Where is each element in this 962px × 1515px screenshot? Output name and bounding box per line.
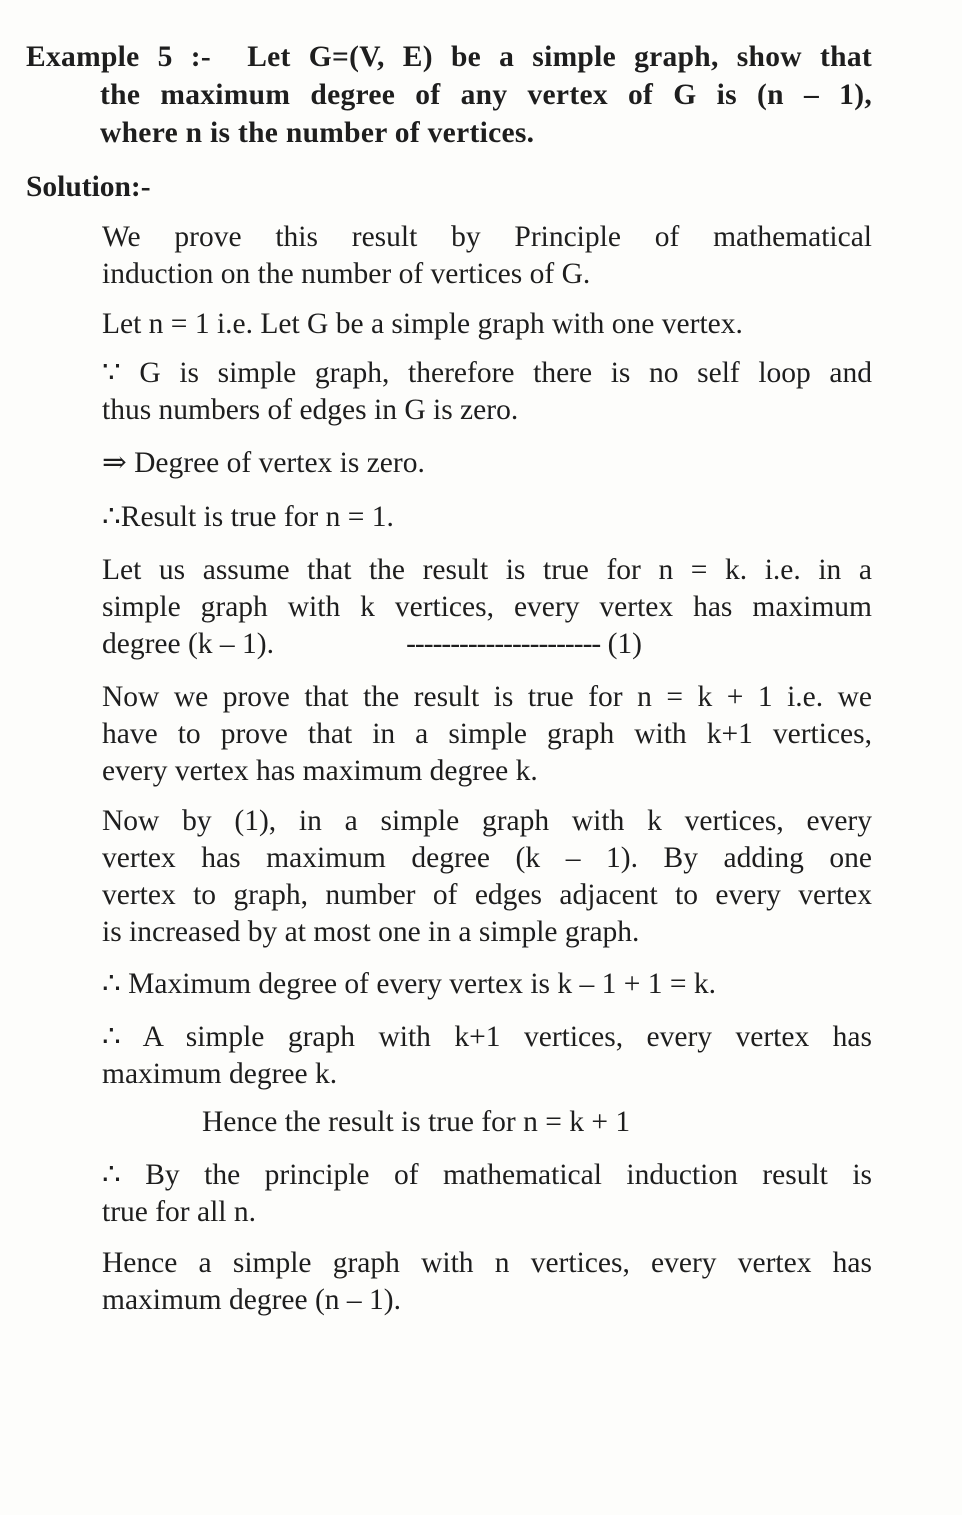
equation-line-1: degree (k – 1). ---------------------- (…: [102, 628, 642, 660]
example-line-2: the maximum degree of any vertex of G is…: [100, 79, 872, 111]
paragraph-induction-hypothesis: Let us assume that the result is true fo…: [102, 552, 872, 663]
paragraph-base-case: Let n = 1 i.e. Let G be a simple graph w…: [102, 308, 743, 340]
paragraph-k-plus-1-graph: ∴ A simple graph with k+1 vertices, ever…: [102, 1021, 872, 1090]
hence-result-line: Hence the result is true for n = k + 1: [202, 1106, 631, 1138]
paragraph-induction-intro: We prove this result by Principle of mat…: [102, 221, 872, 290]
example-line-3: where n is the number of vertices.: [100, 117, 535, 149]
equation-ref-1: (1): [607, 628, 642, 660]
paragraph-inductive-step: Now we prove that the result is true for…: [102, 681, 872, 787]
paragraph-degree-zero: ⇒ Degree of vertex is zero.: [102, 447, 425, 479]
solution-heading: Solution:-: [26, 171, 151, 203]
paragraph-max-degree-k: ∴ Maximum degree of every vertex is k – …: [102, 968, 717, 1000]
paragraph-principle-conclusion: ∴ By the principle of mathematical induc…: [102, 1159, 872, 1228]
document-page: Example 5 :- Let G=(V, E) be a simple gr…: [0, 0, 962, 1515]
example-statement: Example 5 :- Let G=(V, E) be a simple gr…: [26, 38, 872, 152]
paragraph-adding-vertex: Now by (1), in a simple graph with k ver…: [102, 805, 872, 948]
paragraph-base-true: ∴Result is true for n = 1.: [102, 501, 394, 533]
paragraph-no-self-loop: ∵ G is simple graph, therefore there is …: [102, 357, 872, 426]
dash-leader: ----------------------: [406, 628, 601, 660]
example-line-1: Example 5 :- Let G=(V, E) be a simple gr…: [26, 41, 872, 73]
example-label: Example 5 :-: [26, 41, 212, 73]
paragraph-final-conclusion: Hence a simple graph with n vertices, ev…: [102, 1247, 872, 1316]
